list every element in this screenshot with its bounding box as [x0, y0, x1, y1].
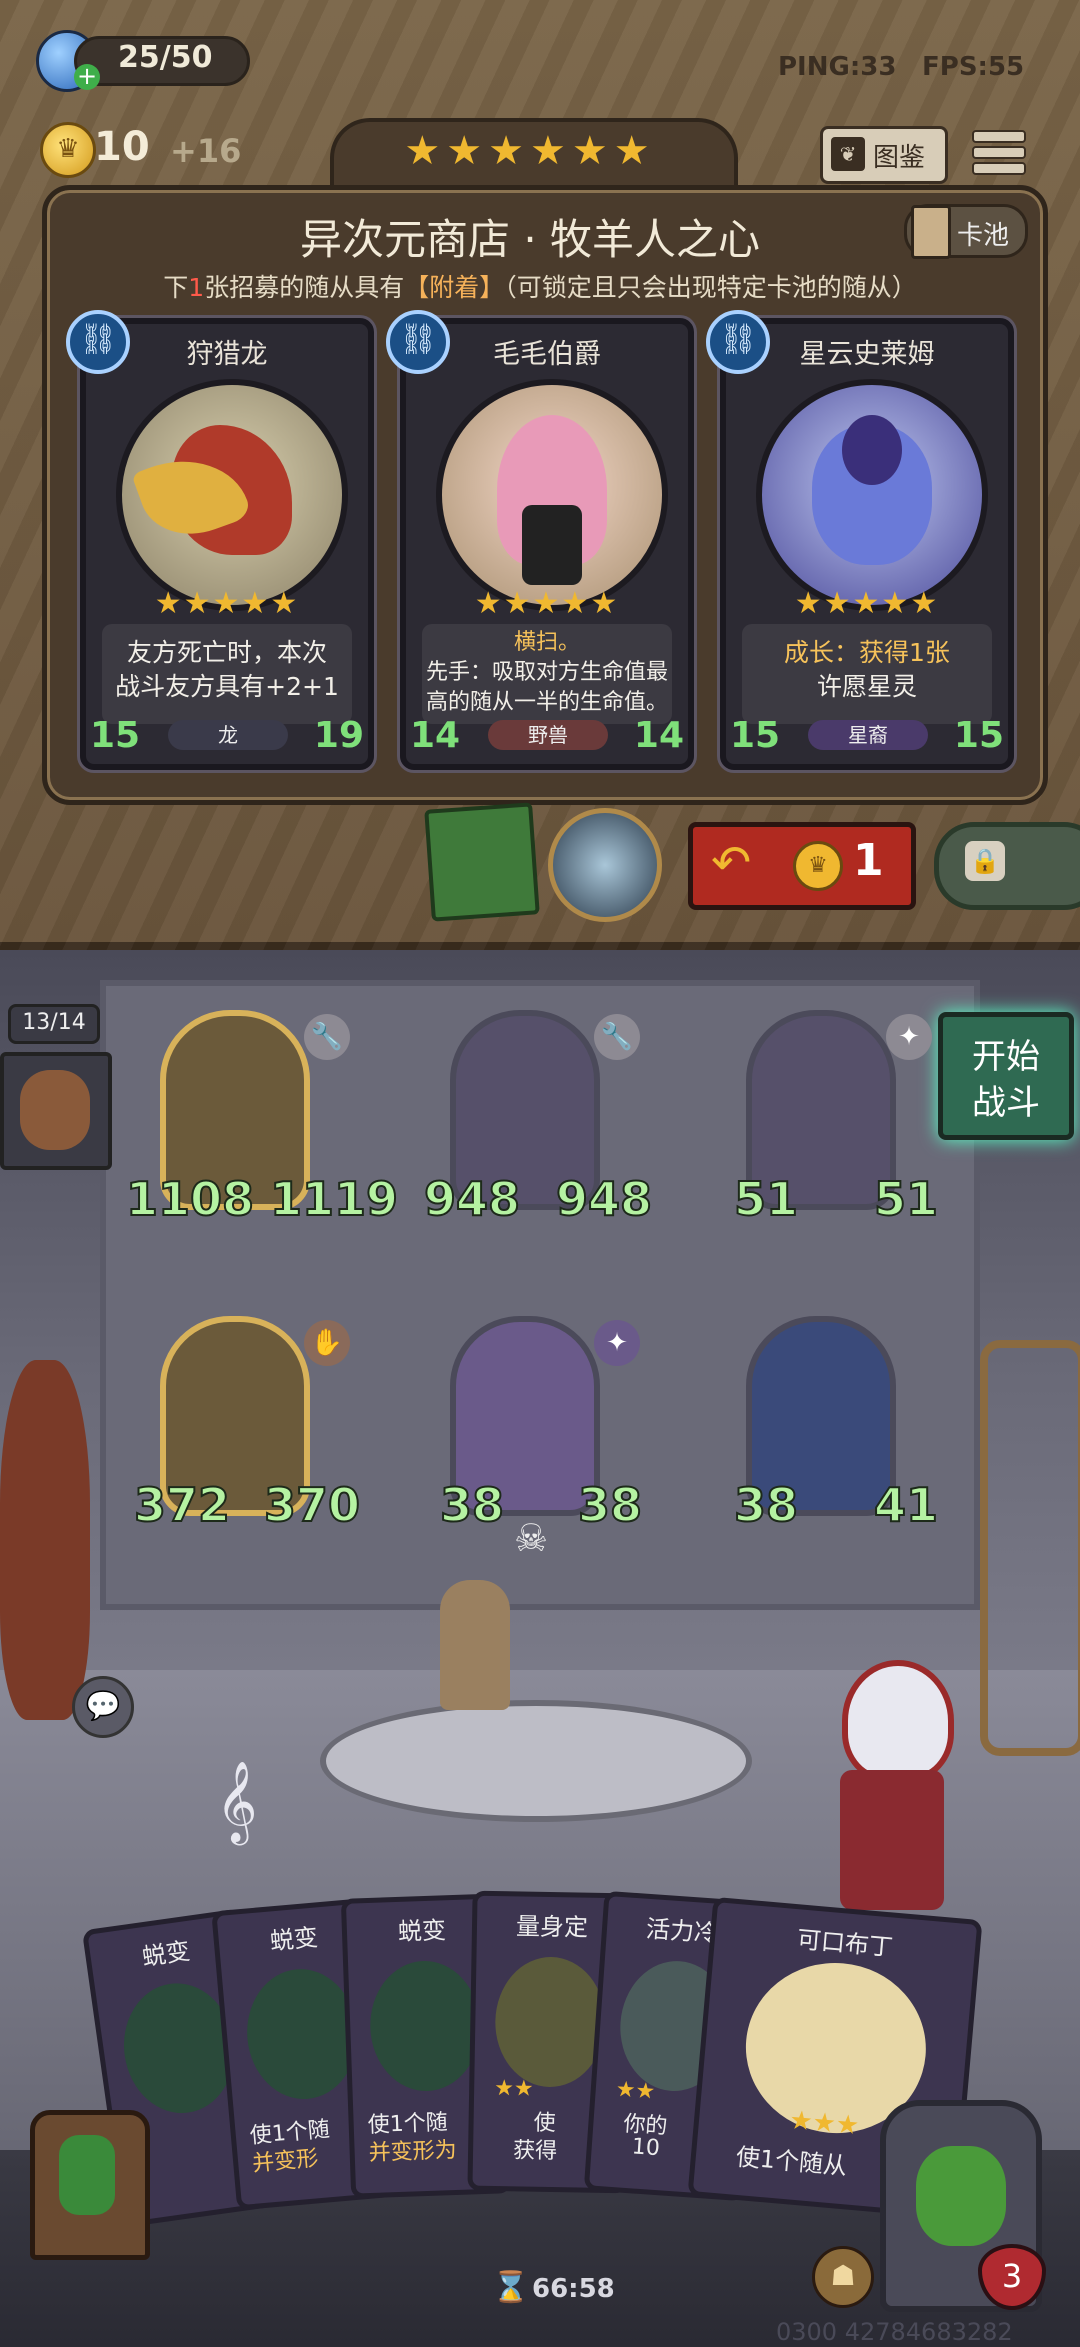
wrench-icon: 🔧 — [304, 1014, 350, 1060]
shop-title: 异次元商店 · 牧羊人之心 — [299, 215, 761, 264]
book-icon: ❦ — [831, 137, 865, 171]
unit-health: 38 — [577, 1477, 643, 1533]
metamorph-art — [368, 1959, 483, 2093]
start-battle-button[interactable]: 开始 战斗 — [938, 1012, 1074, 1140]
board-unit-4[interactable]: ✋ 372 370 — [133, 1316, 361, 1536]
hero-power-icon[interactable]: ☗ — [812, 2246, 874, 2308]
card-stars: ★★★ — [788, 2105, 861, 2142]
hunter-dragon-portrait — [116, 379, 348, 611]
card-description: 成长：获得1张 许愿星灵 — [742, 624, 992, 724]
card-attack: 15 — [90, 715, 141, 756]
board-unit-1[interactable]: 🔧 1108 1119 — [125, 1010, 399, 1230]
shop-card-3[interactable]: ⛓ 星云史莱姆 ★★★★★ 成长：获得1张 许愿星灵 15 星裔 15 — [706, 310, 1014, 770]
refresh-button[interactable]: ↶ ♛ 1 — [688, 822, 916, 910]
board-unit-3[interactable]: ✦ 51 51 — [726, 1010, 939, 1230]
gold-value: 10 — [94, 124, 150, 170]
tribe-badge: 龙 — [168, 720, 288, 750]
card-stars: ★★★★★ — [474, 586, 620, 621]
card-health: 14 — [633, 715, 684, 756]
harp-decoration — [980, 1340, 1080, 1756]
add-energy-icon[interactable]: + — [74, 64, 100, 90]
count-fuzz-portrait — [436, 379, 668, 611]
hand-count: 13/14 — [8, 1004, 100, 1044]
hamburger-icon[interactable] — [972, 124, 1026, 180]
lock-shop-button[interactable]: 🔒 — [934, 822, 1080, 910]
spellbook-icon[interactable] — [424, 802, 540, 922]
gold-display: ♛ 10 +16 — [40, 122, 242, 178]
card-name: 狩猎龙 — [186, 339, 268, 370]
unit-attack: 51 — [733, 1171, 799, 1227]
skull-icon: ☠ — [514, 1516, 549, 1560]
tavern-chest-icon[interactable] — [30, 2110, 150, 2260]
ping-readout: PING:33 — [778, 52, 897, 82]
card-attack: 15 — [730, 715, 781, 756]
refresh-icon: ↶ — [711, 835, 752, 891]
card-stars: ★★ — [493, 2076, 534, 2102]
unit-health: 948 — [555, 1171, 653, 1227]
card-health: 19 — [313, 715, 364, 756]
dragon-tribe-icon: ✦ — [886, 1014, 932, 1060]
wrench-icon: 🔧 — [594, 1014, 640, 1060]
hero-avatar[interactable] — [820, 1660, 960, 1920]
codex-label: 图鉴 — [873, 143, 926, 173]
board-unit-2[interactable]: 🔧 948 948 — [423, 1010, 653, 1230]
music-note-icon: 𝄞 — [216, 1760, 258, 1842]
card-pool-button[interactable]: 卡池 — [904, 204, 1028, 259]
gold-coin-icon: ♛ — [793, 841, 843, 891]
unit-attack: 38 — [733, 1477, 799, 1533]
unit-attack: 38 — [439, 1477, 505, 1533]
nebula-slime-portrait — [756, 379, 988, 611]
card-icon — [911, 205, 951, 259]
tribe-badge: 野兽 — [488, 720, 608, 750]
session-id: 0300 42784683282 — [776, 2318, 1013, 2346]
star-tribe-icon: ✦ — [594, 1320, 640, 1366]
card-health: 15 — [953, 715, 1004, 756]
gold-income: +16 — [170, 132, 242, 170]
shop-subtitle: 下1张招募的随从具有【附着】（可锁定且只会出现特定卡池的随从） — [163, 273, 917, 302]
hourglass-icon: ⌛ — [492, 2270, 530, 2305]
unit-health: 1119 — [269, 1171, 399, 1227]
shop-panel: 25/50 + PING:33 FPS:55 ♛ 10 +16 ★★★★★★ ❦… — [0, 0, 1080, 950]
shop-card-1[interactable]: ⛓ 狩猎龙 ★★★★★ 友方死亡时，本次 战斗友方具有+2+1 15 龙 19 — [66, 310, 374, 770]
fps-readout: FPS:55 — [922, 52, 1025, 82]
lock-icon: 🔒 — [965, 841, 1005, 881]
gramophone-stage — [320, 1700, 752, 1822]
card-stars: ★★ — [614, 2077, 657, 2105]
energy-value: 25/50 — [118, 40, 213, 75]
chat-icon[interactable]: 💬 — [72, 1676, 134, 1738]
energy-display: 25/50 + — [30, 30, 250, 92]
unit-attack: 948 — [423, 1171, 521, 1227]
opponent-portrait[interactable] — [0, 1052, 112, 1170]
cello-decoration — [0, 1360, 90, 1720]
claw-icon: ✋ — [304, 1320, 350, 1366]
tailor-art — [494, 1956, 607, 2088]
shop-card-2[interactable]: ⛓ 毛毛伯爵 ★★★★★ 横扫。 先手：吸取对方生命值最 高的随从一半的生命值。… — [386, 310, 694, 770]
unit-health: 41 — [873, 1477, 939, 1533]
unit-health: 51 — [873, 1171, 939, 1227]
unit-health: 370 — [263, 1477, 361, 1533]
card-name: 星云史莱姆 — [799, 339, 935, 370]
refresh-cost: 1 — [853, 835, 884, 886]
gold-coin-icon: ♛ — [40, 122, 96, 178]
turn-timer: 66:58 — [532, 2274, 615, 2304]
ballerina-statue — [440, 1580, 510, 1710]
board-unit-6[interactable]: 38 41 — [726, 1316, 939, 1536]
crystal-orb-icon[interactable] — [548, 808, 662, 922]
unit-attack: 372 — [133, 1477, 231, 1533]
codex-button[interactable]: ❦ 图鉴 — [820, 126, 948, 184]
card-stars: ★★★★★ — [154, 586, 300, 621]
card-description: 横扫。 先手：吸取对方生命值最 高的随从一半的生命值。 — [422, 624, 672, 724]
card-pool-label: 卡池 — [957, 221, 1010, 251]
card-name: 毛毛伯爵 — [493, 339, 601, 370]
card-stars: ★★★★★ — [794, 586, 940, 621]
tier-stars: ★★★★★★ — [404, 128, 656, 174]
unit-attack: 1108 — [125, 1171, 255, 1227]
card-description: 友方死亡时，本次 战斗友方具有+2+1 — [102, 624, 352, 724]
board-unit-5[interactable]: ✦ 38 38 ☠ — [430, 1316, 643, 1560]
tribe-badge: 星裔 — [808, 720, 928, 750]
card-attack: 14 — [410, 715, 461, 756]
